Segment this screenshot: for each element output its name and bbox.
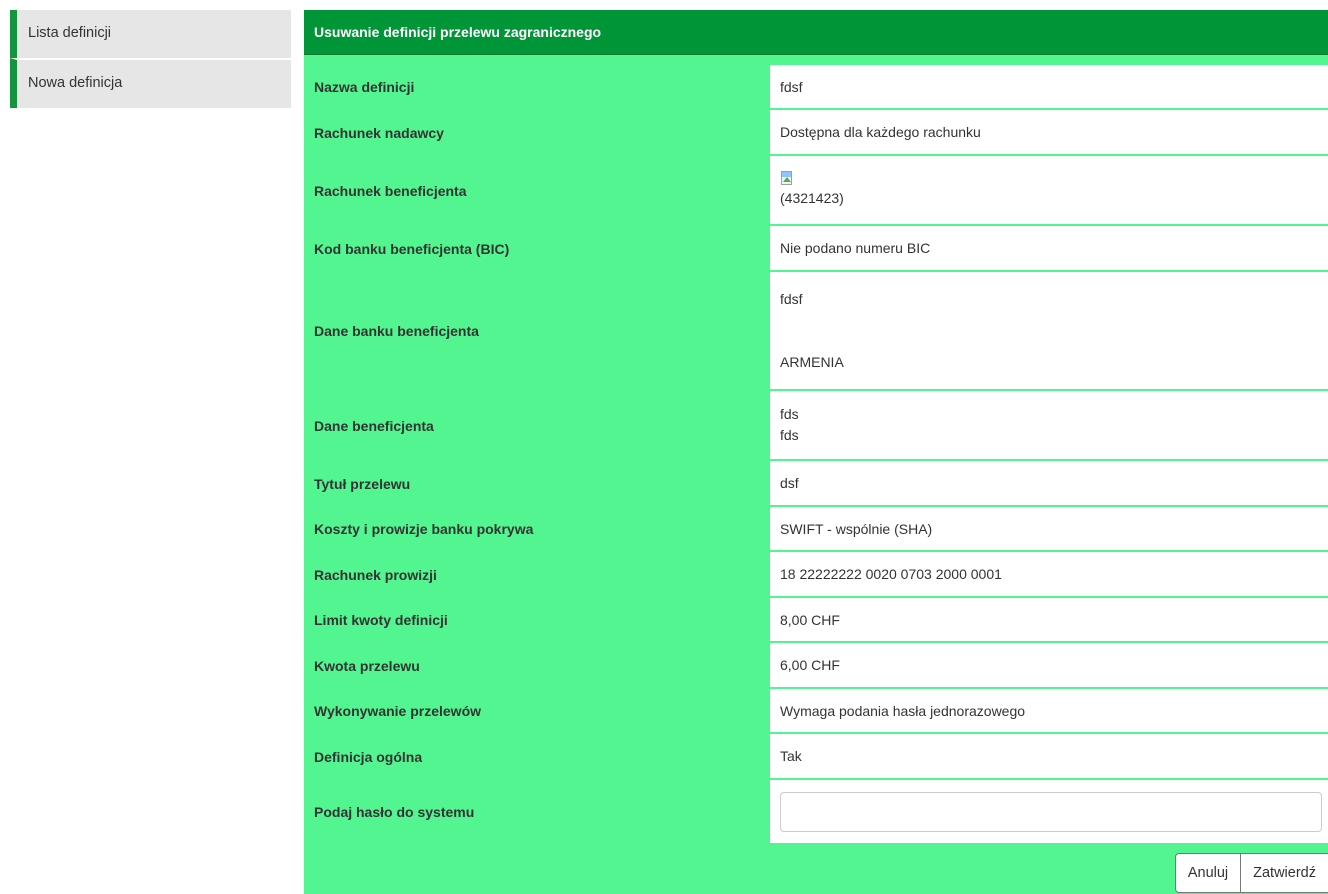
- sidebar-item-nowa-definicja[interactable]: Nowa definicja: [10, 58, 291, 108]
- field-value: 6,00 CHF: [770, 643, 1328, 688]
- field-label: Definicja ogólna: [314, 748, 423, 765]
- field-value: fdsf ARMENIA: [770, 272, 1328, 390]
- field-value: 18 22222222 0020 0703 2000 0001: [770, 552, 1328, 597]
- password-label: Podaj hasło do systemu: [314, 804, 475, 820]
- field-value: SWIFT - wspólnie (SHA): [770, 507, 1328, 551]
- field-row: Tytuł przelewu dsf: [304, 461, 1328, 507]
- bank-data-line: ARMENIA: [780, 353, 844, 370]
- field-label: Limit kwoty definicji: [314, 612, 448, 628]
- field-row: Koszty i prowizje banku pokrywa SWIFT - …: [304, 507, 1328, 552]
- field-label: Wykonywanie przelewów: [314, 703, 482, 719]
- field-label: Kod banku beneficjenta (BIC): [314, 240, 510, 257]
- field-label: Rachunek beneficjenta: [314, 182, 467, 199]
- field-label: Dane banku beneficjenta: [314, 323, 479, 339]
- password-input[interactable]: [780, 791, 1322, 832]
- field-row: Rachunek prowizji 18 22222222 0020 0703 …: [304, 552, 1328, 598]
- field-label: Dane beneficjenta: [314, 417, 434, 434]
- field-value: fds fds: [770, 391, 1328, 460]
- field-row: Definicja ogólna Tak: [304, 734, 1328, 780]
- field-row: Rachunek beneficjenta (4321423): [304, 156, 1328, 226]
- field-label: Rachunek prowizji: [314, 566, 437, 583]
- field-row: Dane beneficjenta fds fds: [304, 391, 1328, 461]
- field-label: Tytuł przelewu: [314, 475, 411, 492]
- field-row: Rachunek nadawcy Dostępna dla każdego ra…: [304, 110, 1328, 156]
- field-value: Tak: [770, 734, 1328, 779]
- field-row: Kwota przelewu 6,00 CHF: [304, 643, 1328, 689]
- definition-panel: Usuwanie definicji przelewu zagraniczneg…: [304, 10, 1328, 894]
- field-row: Podaj hasło do systemu: [304, 780, 1328, 845]
- field-label: Nazwa definicji: [314, 79, 415, 95]
- field-value: (4321423): [770, 156, 1328, 225]
- field-value: 8,00 CHF: [770, 598, 1328, 642]
- beneficiary-data-line: fds: [780, 406, 799, 422]
- field-label: Rachunek nadawcy: [314, 124, 444, 141]
- password-field-cell: [770, 780, 1328, 844]
- field-row: Nazwa definicji fdsf: [304, 65, 1328, 110]
- panel-title: Usuwanie definicji przelewu zagraniczneg…: [304, 10, 1328, 55]
- field-row: Kod banku beneficjenta (BIC) Nie podano …: [304, 226, 1328, 272]
- field-label: Koszty i prowizje banku pokrywa: [314, 521, 534, 537]
- confirm-button[interactable]: Zatwierdź: [1241, 853, 1328, 893]
- field-row: Dane banku beneficjenta fdsf ARMENIA: [304, 272, 1328, 391]
- cancel-button[interactable]: Anuluj: [1174, 853, 1242, 893]
- broken-image-icon: [780, 171, 794, 187]
- field-label: Kwota przelewu: [314, 657, 420, 674]
- sidebar-nav: Lista definicji Nowa definicja: [10, 10, 291, 108]
- sidebar-item-lista-definicji[interactable]: Lista definicji: [10, 10, 291, 58]
- beneficiary-account-number: (4321423): [780, 190, 844, 206]
- beneficiary-data-line: fds: [780, 427, 799, 443]
- field-value: fdsf: [770, 65, 1328, 109]
- form-actions: Anuluj Zatwierdź: [1174, 853, 1328, 893]
- field-value: dsf: [770, 461, 1328, 506]
- bank-data-line: fdsf: [780, 290, 803, 307]
- definition-details: Nazwa definicji fdsf Rachunek nadawcy Do…: [304, 65, 1328, 845]
- field-value: Dostępna dla każdego rachunku: [770, 110, 1328, 155]
- field-row: Limit kwoty definicji 8,00 CHF: [304, 598, 1328, 643]
- field-value: Wymaga podania hasła jednorazowego: [770, 689, 1328, 733]
- field-value: Nie podano numeru BIC: [770, 226, 1328, 271]
- field-row: Wykonywanie przelewów Wymaga podania has…: [304, 689, 1328, 734]
